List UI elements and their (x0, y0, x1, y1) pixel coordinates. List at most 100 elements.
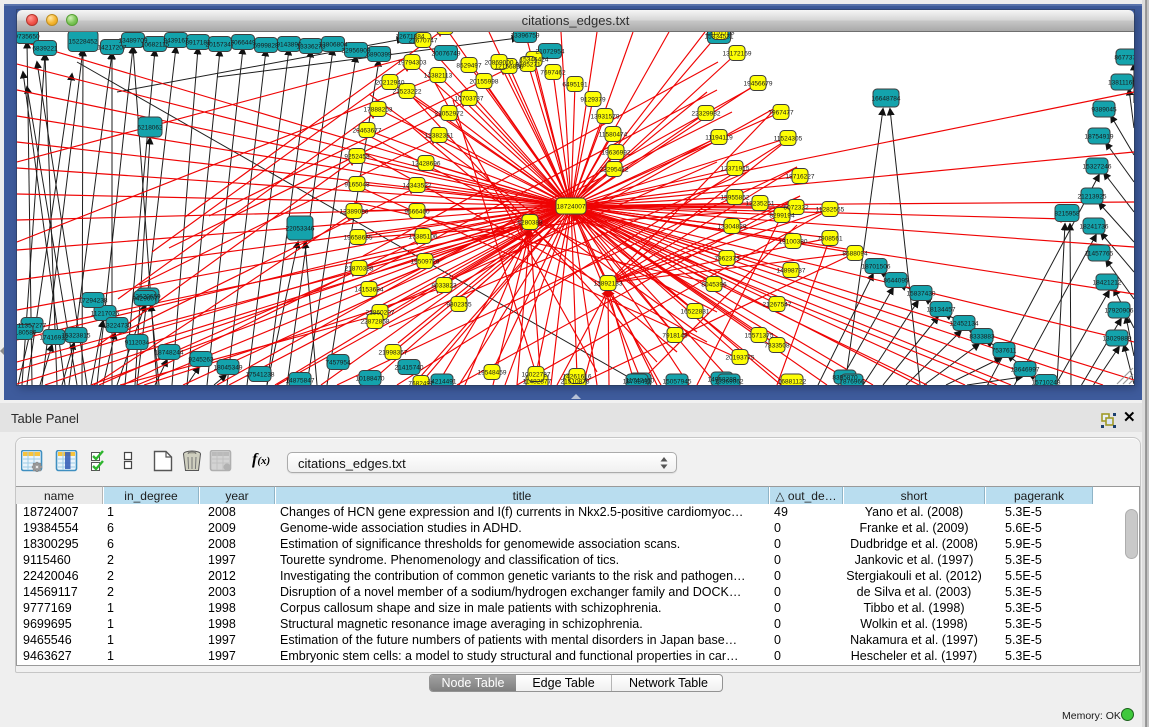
svg-text:22329982: 22329982 (692, 111, 721, 118)
svg-text:7697462: 7697462 (540, 70, 566, 77)
svg-text:15327246: 15327246 (1083, 164, 1112, 171)
svg-text:22151708: 22151708 (706, 32, 735, 37)
svg-text:8529497: 8529497 (456, 63, 482, 70)
svg-text:17385106: 17385106 (409, 234, 438, 241)
svg-text:13172169: 13172169 (723, 51, 752, 58)
svg-text:21670747: 21670747 (409, 38, 438, 45)
svg-text:15837430: 15837430 (907, 291, 936, 298)
svg-text:20076749: 20076749 (432, 51, 461, 58)
svg-text:7967477: 7967477 (768, 110, 794, 117)
svg-text:12452134: 12452134 (950, 321, 979, 328)
svg-text:8045396: 8045396 (701, 282, 727, 289)
svg-text:14875847: 14875847 (286, 378, 315, 385)
svg-text:14217207: 14217207 (98, 45, 127, 52)
svg-text:10188470: 10188470 (356, 376, 385, 383)
svg-text:7918148: 7918148 (662, 333, 688, 340)
svg-text:18748244: 18748244 (155, 350, 184, 357)
svg-text:6839221: 6839221 (32, 46, 58, 53)
svg-text:8677374: 8677374 (1114, 55, 1134, 62)
svg-text:19658665: 19658665 (344, 235, 373, 242)
svg-text:12382351: 12382351 (425, 133, 454, 140)
svg-text:13369062: 13369062 (715, 379, 744, 386)
svg-text:8215958: 8215958 (1054, 211, 1080, 218)
svg-text:7537611: 7537611 (992, 348, 1017, 355)
svg-text:10703737: 10703737 (455, 96, 484, 103)
svg-text:8299194: 8299194 (769, 213, 795, 220)
svg-text:11482877: 11482877 (523, 379, 552, 386)
svg-text:8644095: 8644095 (883, 278, 909, 285)
svg-text:21052972: 21052972 (435, 111, 464, 118)
svg-text:19100380: 19100380 (779, 239, 808, 246)
svg-text:14343522: 14343522 (403, 183, 432, 190)
svg-text:8333883: 8333883 (969, 334, 995, 341)
svg-text:22053346: 22053346 (286, 226, 315, 233)
svg-text:21415740: 21415740 (395, 365, 424, 372)
svg-text:11282565: 11282565 (816, 207, 845, 214)
svg-text:11194119: 11194119 (705, 135, 733, 142)
svg-text:13892133: 13892133 (594, 281, 623, 288)
svg-text:15571375: 15571375 (745, 333, 774, 340)
svg-text:19548459: 19548459 (478, 370, 507, 377)
svg-text:20463677: 20463677 (353, 128, 382, 135)
svg-text:9735650: 9735650 (17, 34, 40, 41)
svg-text:18716227: 18716227 (786, 174, 815, 181)
svg-text:11524305: 11524305 (774, 136, 803, 143)
svg-text:13931579: 13931579 (591, 114, 620, 121)
svg-text:18701506: 18701506 (862, 264, 891, 271)
svg-text:21213925: 21213925 (1078, 194, 1107, 201)
svg-text:9245263: 9245263 (188, 357, 214, 364)
svg-text:15228452: 15228452 (69, 39, 98, 46)
svg-text:18732411: 18732411 (623, 379, 652, 386)
svg-text:6890399: 6890399 (366, 52, 392, 59)
svg-text:10022727: 10022727 (522, 372, 551, 379)
svg-text:13811165: 13811165 (1108, 80, 1134, 87)
svg-text:13304829: 13304829 (718, 224, 747, 231)
svg-text:18421212: 18421212 (1093, 280, 1122, 287)
svg-text:7333508: 7333508 (764, 343, 790, 350)
svg-text:17920906: 17920906 (1105, 308, 1134, 315)
svg-text:12428696: 12428696 (412, 161, 441, 168)
svg-text:6072322: 6072322 (783, 205, 809, 212)
svg-text:9429607: 9429607 (132, 296, 158, 303)
svg-text:7457954: 7457954 (325, 360, 351, 367)
svg-text:11357277: 11357277 (18, 323, 47, 330)
svg-text:13224730: 13224730 (103, 323, 132, 330)
svg-text:18045349: 18045349 (214, 365, 243, 372)
svg-text:19509728: 19509728 (411, 259, 440, 266)
svg-text:16881122: 16881122 (778, 379, 807, 386)
svg-text:14153634: 14153634 (355, 287, 384, 294)
svg-text:15710248: 15710248 (1032, 380, 1061, 386)
svg-text:8033823: 8033823 (431, 283, 457, 290)
svg-text:19794303: 19794303 (398, 60, 427, 67)
svg-text:16648784: 16648784 (872, 96, 901, 103)
svg-text:21072954: 21072954 (536, 49, 565, 56)
svg-text:20193775: 20193775 (726, 355, 755, 362)
svg-text:14261616: 14261616 (563, 374, 592, 381)
svg-text:21523222: 21523222 (393, 89, 422, 96)
svg-text:20869000: 20869000 (485, 60, 514, 67)
svg-text:13029889: 13029889 (1103, 336, 1132, 343)
svg-text:13646997: 13646997 (1011, 367, 1040, 374)
svg-text:7682497: 7682497 (408, 381, 434, 386)
svg-text:11217026: 11217026 (91, 311, 120, 318)
svg-text:18134457: 18134457 (927, 307, 956, 314)
svg-text:18724007: 18724007 (557, 204, 586, 211)
svg-text:17294238: 17294238 (79, 298, 108, 305)
svg-text:9252458: 9252458 (344, 154, 370, 161)
svg-text:7876966: 7876966 (839, 379, 865, 386)
svg-text:9666460: 9666460 (404, 209, 430, 216)
svg-text:8688094: 8688094 (842, 251, 868, 258)
svg-text:15323815: 15323815 (62, 333, 91, 340)
svg-text:8280388: 8280388 (517, 220, 543, 227)
svg-text:9285271: 9285271 (515, 62, 541, 69)
svg-text:9302355: 9302355 (446, 302, 472, 309)
svg-text:20155998: 20155998 (470, 79, 499, 86)
svg-text:17888253: 17888253 (364, 107, 393, 114)
svg-text:9389045: 9389045 (1091, 107, 1117, 114)
svg-text:12389096: 12389096 (340, 209, 369, 216)
svg-text:15057945: 15057945 (663, 379, 692, 386)
svg-text:14382113: 14382113 (424, 73, 453, 80)
svg-text:11580474: 11580474 (599, 132, 628, 139)
svg-text:7066449: 7066449 (230, 40, 256, 47)
svg-text:9112034: 9112034 (125, 340, 150, 347)
